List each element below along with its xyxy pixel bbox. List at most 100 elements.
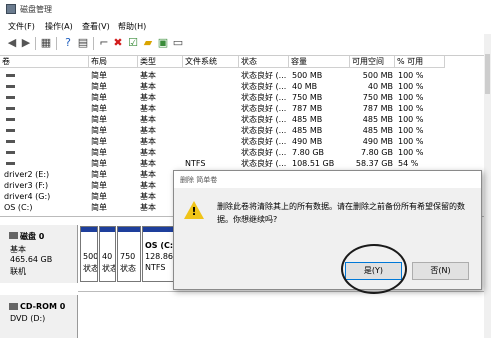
- vertical-scrollbar[interactable]: [484, 34, 491, 338]
- cell-status: 状态良好 (...: [241, 115, 287, 124]
- partition-2[interactable]: 40 状态: [99, 226, 116, 282]
- cell-free: 485 MB: [362, 115, 393, 124]
- no-button[interactable]: 否(N): [412, 262, 469, 280]
- cell-layout: 简单: [91, 181, 107, 190]
- table-row[interactable]: 简单 基本 NTFS 状态良好 (... 108.51 GB 58.37 GB 54 %: [0, 158, 484, 169]
- list-icon[interactable]: ▭: [172, 37, 184, 49]
- menu-help[interactable]: 帮助(H): [118, 21, 146, 32]
- partition-fs: NTFS: [145, 263, 166, 272]
- cell-layout: 简单: [91, 82, 107, 91]
- cell-status: 状态良好 (...: [241, 104, 287, 113]
- partition-header: [118, 227, 140, 232]
- cell-free: 58.37 GB: [355, 159, 393, 168]
- partition-3[interactable]: 750 状态: [117, 226, 141, 282]
- back-icon[interactable]: ◀: [6, 37, 18, 49]
- col-percent-free[interactable]: % 可用: [395, 56, 445, 68]
- check-icon[interactable]: ☑: [127, 37, 139, 49]
- col-capacity[interactable]: 容量: [289, 56, 350, 68]
- table-row[interactable]: 简单 基本 状态良好 (... 500 MB 500 MB 100 %: [0, 70, 484, 81]
- warning-exclamation: !: [191, 205, 197, 218]
- partition-size: 750: [120, 252, 136, 261]
- cell-cap: 750 MB: [292, 93, 323, 102]
- delete-icon[interactable]: ✖: [112, 37, 124, 49]
- cell-pct: 100 %: [398, 104, 424, 113]
- cell-free: 500 MB: [362, 71, 393, 80]
- disk-management-icon: [6, 4, 16, 14]
- delete-volume-dialog: 删除 简单卷 ! 删除此卷将清除其上的所有数据。请在删除之前备份所有希望保留的数…: [173, 170, 482, 290]
- cell-type: 基本: [140, 93, 156, 102]
- cell-status: 状态良好 (...: [241, 137, 287, 146]
- table-row[interactable]: 简单 基本 状态良好 (... 7.80 GB 7.80 GB 100 %: [0, 147, 484, 158]
- connect-icon[interactable]: ⌐: [98, 37, 110, 49]
- col-layout[interactable]: 布局: [89, 56, 138, 68]
- cell-pct: 100 %: [398, 126, 424, 135]
- cell-status: 状态良好 (...: [241, 126, 287, 135]
- dialog-title-bar: 删除 简单卷: [174, 171, 481, 188]
- table-row[interactable]: 简单 基本 状态良好 (... 750 MB 750 MB 100 %: [0, 92, 484, 103]
- cell-free: 490 MB: [362, 137, 393, 146]
- disk-management-window: 磁盘管理 文件(F) 操作(A) 查看(V) 帮助(H) ◀ ▶ ▦ ? ▤ ⌐…: [0, 0, 491, 338]
- cell-vol: driver3 (F:): [4, 181, 49, 190]
- table-row[interactable]: 简单 基本 状态良好 (... 490 MB 490 MB 100 %: [0, 136, 484, 147]
- console-tree-icon[interactable]: ▦: [40, 37, 52, 49]
- cell-status: 状态良好 (...: [241, 82, 287, 91]
- partition-1[interactable]: 500 状态: [80, 226, 98, 282]
- partition-status: 状态: [120, 264, 136, 273]
- cell-layout: 简单: [91, 170, 107, 179]
- cell-fs: NTFS: [185, 159, 206, 168]
- cell-layout: 简单: [91, 148, 107, 157]
- partition-size: 40: [102, 252, 113, 261]
- cell-status: 状态良好 (...: [241, 93, 287, 102]
- toolbar-separator: [93, 37, 94, 50]
- dialog-message: 删除此卷将清除其上的所有数据。请在删除之前备份所有希望保留的数据。你想继续吗?: [217, 202, 465, 224]
- cdrom0-info[interactable]: CD-ROM 0 DVD (D:): [0, 295, 78, 338]
- table-row[interactable]: 简单 基本 状态良好 (... 787 MB 787 MB 100 %: [0, 103, 484, 114]
- cell-pct: 54 %: [398, 159, 419, 168]
- col-free-space[interactable]: 可用空间: [350, 56, 395, 68]
- cell-layout: 简单: [91, 159, 107, 168]
- forward-icon[interactable]: ▶: [20, 37, 32, 49]
- cell-free: 40 MB: [367, 82, 393, 91]
- cell-vol: [4, 147, 88, 158]
- cell-type: 基本: [140, 82, 156, 91]
- cdrom0-name: CD-ROM 0: [20, 302, 66, 311]
- folder-icon[interactable]: ▰: [142, 37, 154, 49]
- partition-header: [81, 227, 97, 232]
- menu-action[interactable]: 操作(A): [45, 21, 73, 32]
- cell-layout: 简单: [91, 104, 107, 113]
- col-volume[interactable]: 卷: [0, 56, 89, 68]
- col-status[interactable]: 状态: [239, 56, 289, 68]
- cell-cap: 7.80 GB: [292, 148, 325, 157]
- table-row[interactable]: 简单 基本 状态良好 (... 40 MB 40 MB 100 %: [0, 81, 484, 92]
- table-row[interactable]: 简单 基本 状态良好 (... 485 MB 485 MB 100 %: [0, 125, 484, 136]
- cell-vol: [4, 114, 88, 125]
- cdrom0-drive: DVD (D:): [10, 314, 46, 323]
- disk0-info[interactable]: 磁盘 0 基本 465.64 GB 联机: [0, 225, 78, 283]
- table-row[interactable]: 简单 基本 状态良好 (... 485 MB 485 MB 100 %: [0, 114, 484, 125]
- cell-type: 基本: [140, 104, 156, 113]
- cell-vol: driver4 (G:): [4, 192, 51, 201]
- cell-layout: 简单: [91, 126, 107, 135]
- cell-type: 基本: [140, 126, 156, 135]
- disk0-name: 磁盘 0: [20, 232, 45, 241]
- title-bar: 磁盘管理: [0, 0, 491, 19]
- cell-layout: 简单: [91, 93, 107, 102]
- menu-file[interactable]: 文件(F): [8, 21, 35, 32]
- scroll-thumb[interactable]: [485, 54, 490, 94]
- help-icon[interactable]: ?: [62, 37, 74, 49]
- cell-pct: 100 %: [398, 71, 424, 80]
- cell-layout: 简单: [91, 192, 107, 201]
- toolbar: ◀ ▶ ▦ ? ▤ ⌐ ✖ ☑ ▰ ▣ ▭: [0, 34, 491, 53]
- menu-view[interactable]: 查看(V): [82, 21, 110, 32]
- cell-vol: [4, 125, 88, 136]
- col-type[interactable]: 类型: [138, 56, 183, 68]
- cell-fs: [185, 103, 238, 114]
- page-icon[interactable]: ▣: [157, 37, 169, 49]
- properties-icon[interactable]: ▤: [77, 37, 89, 49]
- col-filesystem[interactable]: 文件系统: [183, 56, 239, 68]
- cell-fs: [185, 114, 238, 125]
- cell-status: 状态良好 (...: [241, 71, 287, 80]
- cell-vol: [4, 70, 88, 81]
- cell-type: 基本: [140, 71, 156, 80]
- partition-header: [100, 227, 115, 232]
